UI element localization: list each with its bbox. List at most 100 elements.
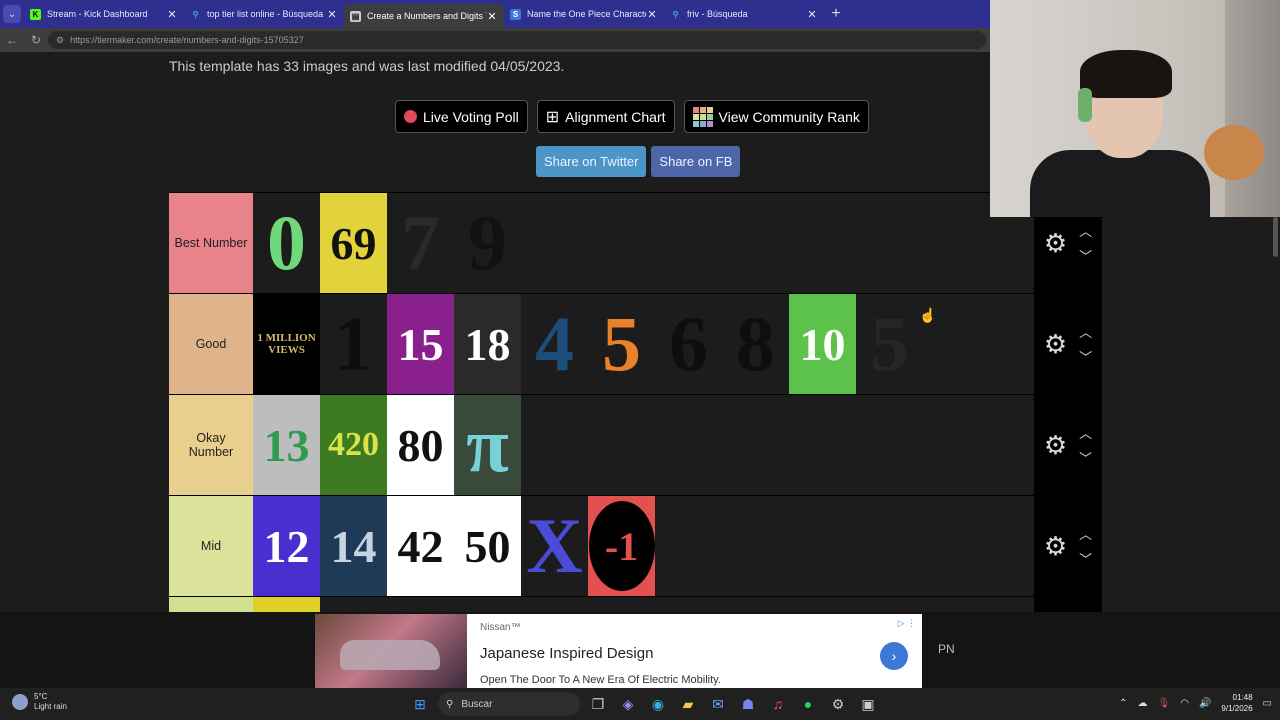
color-grid-icon bbox=[692, 106, 713, 127]
store-icon[interactable]: ▣ bbox=[856, 692, 880, 716]
record-dot-icon bbox=[404, 110, 417, 123]
chevron-up-icon[interactable]: ⌃ bbox=[1119, 698, 1127, 709]
tier-item-image[interactable]: 420 bbox=[320, 395, 387, 495]
music-icon[interactable]: ♫ bbox=[766, 692, 790, 716]
ad-go-button[interactable]: › bbox=[880, 642, 908, 670]
microphone-icon[interactable]: 🎙 bbox=[1158, 698, 1171, 709]
share-facebook-button[interactable]: Share on FB bbox=[651, 146, 741, 177]
alignment-chart-button[interactable]: ⊞ Alignment Chart bbox=[536, 100, 675, 133]
search-icon: ⚲ bbox=[446, 698, 454, 710]
close-icon[interactable]: ✕ bbox=[166, 8, 178, 21]
tier-item-image[interactable]: 42 bbox=[387, 496, 454, 596]
tier-item-image[interactable]: 10 bbox=[789, 294, 856, 394]
tier-item-image[interactable]: 15 bbox=[387, 294, 454, 394]
tier-item-image[interactable]: 13 bbox=[253, 395, 320, 495]
clock[interactable]: 01:48 9/1/2026 bbox=[1221, 692, 1252, 714]
chevron-up-icon[interactable]: ︿ bbox=[1079, 524, 1092, 543]
gear-icon[interactable]: ⚙ bbox=[1044, 531, 1067, 562]
volume-icon[interactable]: 🔊 bbox=[1199, 698, 1211, 709]
tier-item-image[interactable]: 50 bbox=[454, 496, 521, 596]
url-field[interactable]: ⚙ https://tiermaker.com/create/numbers-a… bbox=[48, 31, 986, 49]
tier-item-image[interactable]: 5 bbox=[856, 294, 923, 394]
weather-desc: Light rain bbox=[34, 702, 67, 711]
edge-icon[interactable]: ◉ bbox=[646, 692, 670, 716]
chevron-up-icon[interactable]: ︿ bbox=[1079, 221, 1092, 240]
site-info-icon[interactable]: ⚙ bbox=[56, 35, 64, 46]
ad-brand: Nissan™ bbox=[480, 622, 521, 633]
settings-icon[interactable]: ⚙ bbox=[826, 692, 850, 716]
tier-label[interactable]: Mid bbox=[169, 496, 253, 596]
tier-label[interactable]: Okay Number bbox=[169, 395, 253, 495]
reload-icon[interactable]: ↻ bbox=[24, 33, 48, 47]
person-hair bbox=[1080, 50, 1172, 98]
browser-tab[interactable]: K Stream - Kick Dashboard ✕ bbox=[24, 0, 184, 28]
tier-row: Best Number 0 69 7 9 ⚙ ︿ ﹀ bbox=[169, 192, 1102, 293]
file-explorer-icon[interactable]: ▰ bbox=[676, 692, 700, 716]
tier-item-image[interactable]: 18 bbox=[454, 294, 521, 394]
close-icon[interactable]: ✕ bbox=[806, 8, 818, 21]
mail-icon[interactable]: ✉ bbox=[706, 692, 730, 716]
back-icon[interactable]: ← bbox=[0, 33, 24, 47]
task-view-icon[interactable]: ❐ bbox=[586, 692, 610, 716]
gear-icon[interactable]: ⚙ bbox=[1044, 430, 1067, 461]
person-body bbox=[1030, 150, 1210, 217]
tier-item-image[interactable]: 9 bbox=[454, 193, 521, 293]
tier-item-image[interactable]: -1 bbox=[588, 496, 655, 596]
chevron-down-icon[interactable]: ﹀ bbox=[1079, 347, 1092, 366]
chevron-down-icon[interactable]: ﹀ bbox=[1079, 448, 1092, 467]
close-icon[interactable]: ✕ bbox=[646, 8, 658, 21]
chevron-down-icon[interactable]: ﹀ bbox=[1079, 549, 1092, 568]
action-buttons: Live Voting Poll ⊞ Alignment Chart View … bbox=[395, 100, 869, 133]
scrollbar-thumb[interactable] bbox=[1273, 217, 1278, 257]
tier-item-image[interactable]: 0 bbox=[253, 193, 320, 293]
new-tab-button[interactable]: + bbox=[824, 0, 848, 28]
tier-item-image[interactable]: π bbox=[454, 395, 521, 495]
gear-icon[interactable]: ⚙ bbox=[1044, 329, 1067, 360]
copilot-icon[interactable]: ◈ bbox=[616, 692, 640, 716]
tiermaker-icon: ▤ bbox=[350, 10, 361, 22]
ad-text-box[interactable]: Nissan™ Japanese Inspired Design Open Th… bbox=[467, 614, 922, 688]
weather-temp: 5°C bbox=[34, 692, 48, 701]
wifi-icon[interactable]: ◠ bbox=[1180, 698, 1189, 709]
gear-icon[interactable]: ⚙ bbox=[1044, 228, 1067, 259]
community-rank-button[interactable]: View Community Rank bbox=[683, 100, 869, 133]
browser-tab[interactable]: ⚲ friv - Búsqueda ✕ bbox=[664, 0, 824, 28]
close-icon[interactable]: ✕ bbox=[326, 8, 338, 21]
tier-item-image[interactable]: 6 bbox=[655, 294, 722, 394]
weather-widget[interactable]: 5°C Light rain bbox=[12, 692, 67, 712]
tier-item-image[interactable]: 8 bbox=[722, 294, 789, 394]
weather-icon bbox=[12, 694, 28, 710]
tier-item-image[interactable]: 4 bbox=[521, 294, 588, 394]
tier-item-image[interactable]: 80 bbox=[387, 395, 454, 495]
tier-item-image[interactable]: 7 bbox=[387, 193, 454, 293]
taskbar-search[interactable]: ⚲ Buscar bbox=[438, 692, 580, 716]
tier-item-image[interactable]: X bbox=[521, 496, 588, 596]
share-twitter-button[interactable]: Share on Twitter bbox=[536, 146, 647, 177]
windows-start-icon[interactable]: ⊞ bbox=[408, 692, 432, 716]
browser-tab-active[interactable]: ▤ Create a Numbers and Digits Tier ✕ bbox=[344, 4, 504, 28]
tier-move-arrows: ︿﹀ bbox=[1079, 322, 1092, 366]
close-icon[interactable]: ✕ bbox=[486, 10, 498, 23]
onedrive-icon[interactable]: ☁ bbox=[1138, 698, 1148, 709]
tier-item-image[interactable]: 69 bbox=[320, 193, 387, 293]
chevron-up-icon[interactable]: ︿ bbox=[1079, 322, 1092, 341]
tier-label[interactable]: Good bbox=[169, 294, 253, 394]
chevron-down-icon[interactable]: ﹀ bbox=[1079, 246, 1092, 265]
address-bar-row: ← ↻ ⚙ https://tiermaker.com/create/numbe… bbox=[0, 28, 990, 52]
tab-actions-menu[interactable]: ⌄ bbox=[0, 0, 24, 28]
tier-item-image[interactable]: 5 bbox=[588, 294, 655, 394]
adchoices-icon[interactable]: ▷ ⋮ bbox=[898, 618, 916, 629]
live-voting-poll-button[interactable]: Live Voting Poll bbox=[395, 100, 528, 133]
browser-tab[interactable]: ⚲ top tier list online - Búsqueda ✕ bbox=[184, 0, 344, 28]
chevron-up-icon[interactable]: ︿ bbox=[1079, 423, 1092, 442]
tier-label[interactable]: Best Number bbox=[169, 193, 253, 293]
tier-item-image[interactable]: 14 bbox=[320, 496, 387, 596]
tier-item-image[interactable]: 1 bbox=[320, 294, 387, 394]
tier-item-image[interactable]: 1 MILLION VIEWS bbox=[253, 294, 320, 394]
notification-icon[interactable]: ▭ bbox=[1263, 698, 1272, 709]
spotify-icon[interactable]: ● bbox=[796, 692, 820, 716]
tier-item-image[interactable]: 12 bbox=[253, 496, 320, 596]
hand-cursor-icon: ☝ bbox=[919, 307, 937, 323]
teams-icon[interactable]: ☗ bbox=[736, 692, 760, 716]
browser-tab[interactable]: S Name the One Piece Characters - ✕ bbox=[504, 0, 664, 28]
